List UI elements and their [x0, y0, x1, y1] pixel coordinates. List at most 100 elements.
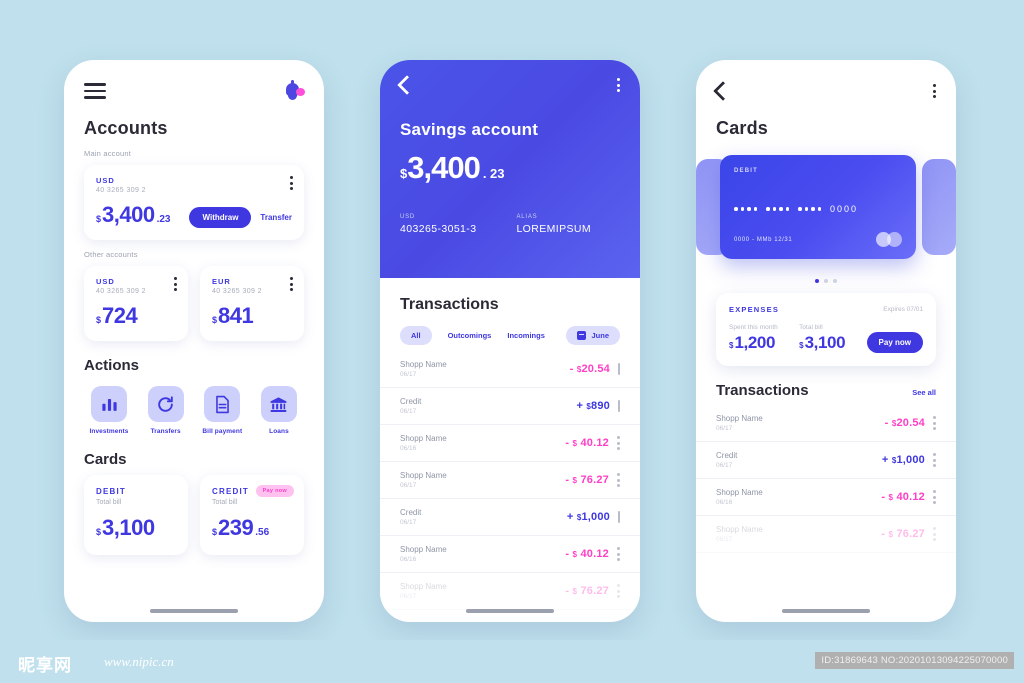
action-loans[interactable]: Loans: [256, 386, 302, 435]
masked-group: [766, 207, 789, 211]
table-row[interactable]: Shopp Name 06/16 - $ 40.12: [380, 425, 640, 462]
transaction-name: Shopp Name: [400, 434, 447, 443]
row-menu-icon[interactable]: [618, 363, 620, 375]
phone-screen-cards: Cards DEBIT 0000 0000 - MMb 12/31 EXPENS…: [696, 60, 956, 622]
currency-symbol: $: [799, 341, 804, 350]
watermark-url: www.nipic.cn: [104, 654, 174, 669]
back-chevron-icon[interactable]: [397, 75, 417, 95]
balance-cents: . 23: [482, 166, 505, 181]
back-chevron-icon[interactable]: [713, 81, 733, 101]
other-account-number: 40 3265 309 2: [96, 288, 146, 295]
other-account-card[interactable]: EUR 40 3265 309 2 $ 841: [200, 266, 304, 341]
cards-title: Cards: [84, 451, 127, 468]
table-row[interactable]: Shopp Name 06/17 - $ 76.27: [380, 462, 640, 499]
carousel-dot[interactable]: [824, 279, 828, 283]
transaction-list: Shopp Name 06/17 - $20.54 Credit 06/17 + $…: [696, 405, 956, 553]
table-row[interactable]: Shopp Name 06/17 - $ 76.27: [380, 573, 640, 610]
spent-block: Spent this month $1,200: [729, 324, 778, 353]
other-accounts-label: Other accounts: [84, 250, 138, 259]
date-filter-label: June: [591, 331, 609, 340]
transaction-date: 06/17: [400, 482, 417, 489]
other-accounts-list: USD 40 3265 309 2 $ 724 EUR 40 3265 309 …: [84, 266, 304, 341]
transaction-name: Shopp Name: [400, 471, 447, 480]
table-row[interactable]: Shopp Name 06/17 - $20.54: [380, 351, 640, 388]
table-row[interactable]: Shopp Name 06/17 - $ 76.27: [696, 516, 956, 553]
more-options-icon[interactable]: [933, 84, 936, 98]
credit-card-tile[interactable]: Pay now CREDIT Total bill $ 239 .56: [200, 475, 304, 555]
other-account-more-icon[interactable]: [290, 277, 293, 291]
transaction-name: Shopp Name: [400, 545, 447, 554]
action-label: Transfers: [150, 428, 181, 435]
table-row[interactable]: Shopp Name 06/16 - $ 40.12: [380, 536, 640, 573]
row-menu-icon[interactable]: [933, 453, 936, 467]
row-menu-icon[interactable]: [933, 416, 936, 430]
row-menu-icon[interactable]: [933, 527, 936, 541]
other-account-more-icon[interactable]: [174, 277, 177, 291]
main-account-more-icon[interactable]: [290, 176, 293, 190]
row-menu-icon[interactable]: [618, 400, 620, 412]
total-value: 3,100: [804, 333, 846, 352]
filter-tab-outcomings[interactable]: Outcomings: [448, 326, 492, 345]
action-investments[interactable]: Investments: [86, 386, 132, 435]
calendar-icon: [577, 331, 587, 340]
carousel-dot[interactable]: [815, 279, 819, 283]
transactions-title: Transactions: [716, 382, 809, 399]
transaction-amount: - $20.54: [884, 417, 925, 429]
watermark-id: ID:31869643 NO:20201013094225070000: [815, 652, 1014, 669]
filter-tab-incomings[interactable]: Incomings: [507, 326, 545, 345]
table-row[interactable]: Shopp Name 06/17 - $20.54: [696, 405, 956, 442]
amount-integer: 239: [218, 515, 254, 540]
action-label: Loans: [269, 428, 289, 435]
date-filter-chip[interactable]: June: [566, 326, 620, 345]
notification-bell-icon[interactable]: [284, 80, 305, 102]
status-badge[interactable]: Pay now: [255, 485, 294, 497]
spent-label: Spent this month: [729, 324, 778, 331]
amount-cents: .56: [255, 527, 270, 538]
credit-card-visual[interactable]: DEBIT 0000 0000 - MMb 12/31: [720, 155, 916, 259]
transaction-list: Shopp Name 06/17 - $20.54 Credit 06/17 + $…: [380, 351, 640, 610]
other-account-card[interactable]: USD 40 3265 309 2 $ 724: [84, 266, 188, 341]
debit-card-tile[interactable]: DEBIT Total bill $ 3,100: [84, 475, 188, 555]
carousel-dots[interactable]: [696, 279, 956, 283]
hero-balance: $ 3,400 . 23: [400, 150, 620, 186]
row-menu-icon[interactable]: [617, 547, 620, 561]
transactions-header: Transactions See all: [696, 382, 956, 399]
main-account-card[interactable]: USD 40 3265 309 2 $ 3,400 .23 Withdraw T…: [84, 165, 304, 240]
carousel-card-next[interactable]: [922, 159, 956, 255]
main-account-number: 40 3265 309 2: [96, 187, 146, 194]
row-menu-icon[interactable]: [617, 584, 620, 598]
see-all-link[interactable]: See all: [912, 388, 936, 397]
more-options-icon[interactable]: [617, 78, 620, 92]
home-indicator: [782, 609, 870, 613]
other-account-balance: $ 724: [96, 303, 176, 329]
table-row[interactable]: Credit 06/17 + $890: [380, 388, 640, 425]
filter-tab-all[interactable]: All: [400, 326, 432, 345]
row-menu-icon[interactable]: [617, 436, 620, 450]
pay-now-button[interactable]: Pay now: [866, 332, 923, 353]
hamburger-icon[interactable]: [84, 83, 106, 99]
table-row[interactable]: Shopp Name 06/16 - $ 40.12: [696, 479, 956, 516]
action-bill-payment[interactable]: Bill payment: [199, 386, 245, 435]
bank-building-icon: [260, 386, 297, 422]
row-menu-icon[interactable]: [617, 473, 620, 487]
action-transfers[interactable]: Transfers: [143, 386, 189, 435]
savings-hero: Savings account $ 3,400 . 23 USD 403265-…: [380, 60, 640, 278]
transfer-button[interactable]: Transfer: [260, 213, 292, 222]
row-menu-icon[interactable]: [933, 490, 936, 504]
withdraw-button[interactable]: Withdraw: [189, 207, 252, 228]
hero-title: Savings account: [400, 120, 539, 139]
actions-title: Actions: [84, 357, 140, 374]
transaction-amount: - $ 76.27: [565, 585, 609, 597]
main-account-balance: $ 3,400 .23: [96, 202, 170, 228]
row-menu-icon[interactable]: [618, 511, 620, 523]
hero-account-number: 403265-3051-3: [400, 223, 477, 235]
card-carousel[interactable]: DEBIT 0000 0000 - MMb 12/31: [696, 149, 956, 271]
card-amount: $ 3,100: [96, 515, 176, 541]
table-row[interactable]: Credit 06/17 + $1,000: [696, 442, 956, 479]
total-label: Total bill: [799, 324, 823, 331]
transaction-amount: + $1,000: [566, 511, 610, 523]
card-type: DEBIT: [734, 168, 758, 174]
refresh-arrow-icon: [147, 386, 184, 422]
table-row[interactable]: Credit 06/17 + $1,000: [380, 499, 640, 536]
carousel-dot[interactable]: [833, 279, 837, 283]
